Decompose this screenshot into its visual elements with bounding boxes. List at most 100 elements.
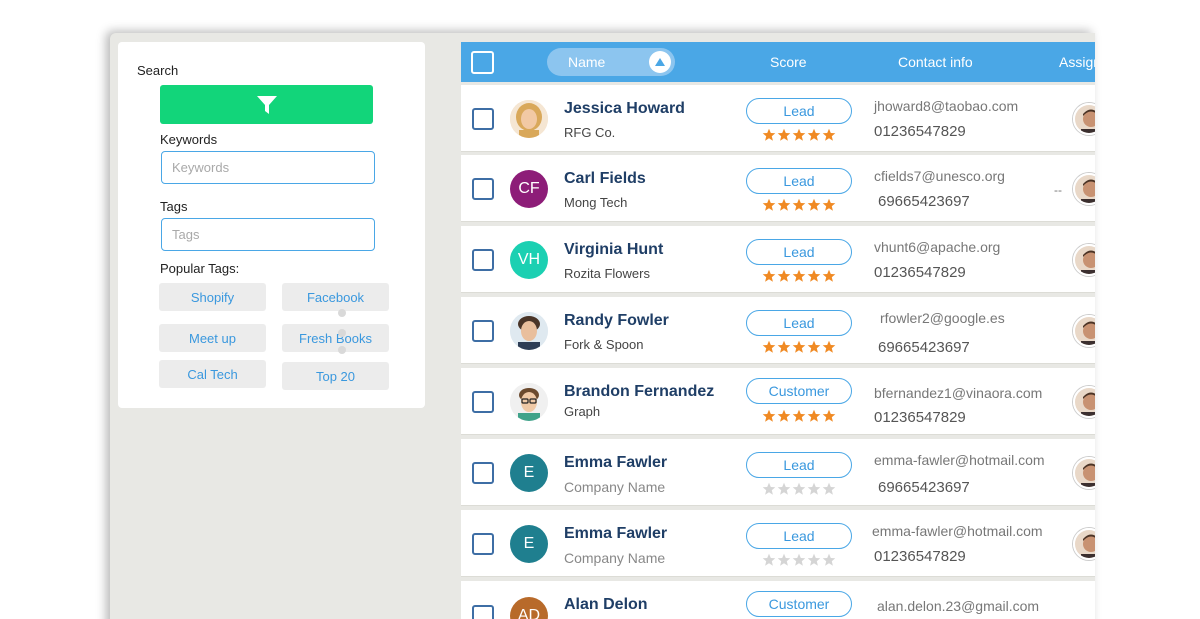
status-badge[interactable]: Lead [746, 452, 852, 478]
star-rating[interactable] [762, 340, 836, 354]
star-icon[interactable] [807, 340, 821, 354]
filter-button[interactable] [160, 85, 373, 124]
star-icon[interactable] [792, 340, 806, 354]
row-checkbox[interactable] [472, 533, 494, 555]
contact-name[interactable]: Emma Fawler [564, 454, 667, 472]
table-row[interactable]: E Emma Fawler Company Name Lead emma-faw… [461, 510, 1095, 577]
star-rating[interactable] [762, 553, 836, 567]
contact-name[interactable]: Randy Fowler [564, 312, 669, 330]
star-icon[interactable] [777, 409, 791, 423]
tag-chip-facebook[interactable]: Facebook [282, 283, 389, 311]
star-rating[interactable] [762, 198, 836, 212]
assignee-avatar[interactable] [1073, 315, 1095, 347]
table-row[interactable]: CF Carl Fields Mong Tech Lead cfields7@u… [461, 155, 1095, 222]
star-icon[interactable] [777, 198, 791, 212]
column-contact-label[interactable]: Contact info [898, 54, 973, 70]
star-icon[interactable] [822, 128, 836, 142]
contact-name[interactable]: Jessica Howard [564, 100, 685, 118]
select-all-checkbox[interactable] [471, 51, 494, 74]
tag-chip-fresh-books[interactable]: Fresh Books [282, 324, 389, 352]
row-checkbox[interactable] [472, 462, 494, 484]
star-rating[interactable] [762, 269, 836, 283]
row-checkbox[interactable] [472, 605, 494, 619]
assignee-avatar[interactable] [1073, 457, 1095, 489]
star-icon[interactable] [822, 482, 836, 496]
star-icon[interactable] [792, 482, 806, 496]
contact-name[interactable]: Virginia Hunt [564, 241, 663, 259]
tag-chip-cal-tech[interactable]: Cal Tech [159, 360, 266, 388]
assignee-avatar[interactable] [1073, 244, 1095, 276]
star-icon[interactable] [762, 269, 776, 283]
status-badge[interactable]: Lead [746, 310, 852, 336]
company-name: Mong Tech [564, 195, 628, 210]
tag-chip-top-20[interactable]: Top 20 [282, 362, 389, 390]
status-badge[interactable]: Lead [746, 98, 852, 124]
contact-name[interactable]: Brandon Fernandez [564, 383, 714, 401]
status-badge[interactable]: Customer [746, 591, 852, 617]
star-icon[interactable] [792, 269, 806, 283]
tags-input[interactable] [161, 218, 375, 251]
star-icon[interactable] [777, 269, 791, 283]
row-checkbox[interactable] [472, 178, 494, 200]
star-icon[interactable] [822, 269, 836, 283]
column-score-label[interactable]: Score [770, 54, 807, 70]
star-icon[interactable] [792, 553, 806, 567]
company-name: RFG Co. [564, 125, 616, 140]
star-icon[interactable] [822, 553, 836, 567]
star-rating[interactable] [762, 409, 836, 423]
star-icon[interactable] [822, 340, 836, 354]
star-icon[interactable] [777, 553, 791, 567]
star-icon[interactable] [792, 128, 806, 142]
star-icon[interactable] [807, 553, 821, 567]
star-icon[interactable] [762, 128, 776, 142]
star-icon[interactable] [822, 409, 836, 423]
star-icon[interactable] [822, 198, 836, 212]
star-icon[interactable] [807, 198, 821, 212]
tag-chip-meet-up[interactable]: Meet up [159, 324, 266, 352]
status-badge[interactable]: Lead [746, 239, 852, 265]
status-badge[interactable]: Customer [746, 378, 852, 404]
star-icon[interactable] [777, 482, 791, 496]
star-icon[interactable] [762, 409, 776, 423]
star-icon[interactable] [807, 482, 821, 496]
contact-name[interactable]: Emma Fawler [564, 525, 667, 543]
star-rating[interactable] [762, 482, 836, 496]
contact-name[interactable]: Alan Delon [564, 596, 648, 614]
keywords-input[interactable] [161, 151, 375, 184]
row-checkbox[interactable] [472, 249, 494, 271]
table-row[interactable]: Randy Fowler Fork & Spoon Lead rfowler2@… [461, 297, 1095, 364]
star-icon[interactable] [762, 198, 776, 212]
row-checkbox[interactable] [472, 108, 494, 130]
star-rating[interactable] [762, 128, 836, 142]
contact-phone: 01236547829 [874, 548, 966, 565]
table-row[interactable]: AD Alan Delon Customer alan.delon.23@gma… [461, 581, 1095, 619]
table-row[interactable]: Brandon Fernandez Graph Customer bfernan… [461, 368, 1095, 435]
star-icon[interactable] [792, 409, 806, 423]
column-assigned-label[interactable]: Assigned [1059, 54, 1095, 70]
star-icon[interactable] [807, 128, 821, 142]
popular-tags-label: Popular Tags: [160, 261, 240, 276]
status-badge[interactable]: Lead [746, 168, 852, 194]
star-icon[interactable] [807, 409, 821, 423]
star-icon[interactable] [807, 269, 821, 283]
assignee-avatar[interactable] [1073, 528, 1095, 560]
star-icon[interactable] [777, 128, 791, 142]
status-badge[interactable]: Lead [746, 523, 852, 549]
contact-name[interactable]: Carl Fields [564, 170, 646, 188]
star-icon[interactable] [777, 340, 791, 354]
contact-email: alan.delon.23@gmail.com [877, 598, 1040, 614]
assignee-avatar[interactable] [1073, 103, 1095, 135]
table-row[interactable]: E Emma Fawler Company Name Lead emma-faw… [461, 439, 1095, 506]
table-row[interactable]: Jessica Howard RFG Co. Lead jhoward8@tao… [461, 85, 1095, 152]
star-icon[interactable] [792, 198, 806, 212]
row-checkbox[interactable] [472, 391, 494, 413]
star-icon[interactable] [762, 553, 776, 567]
star-icon[interactable] [762, 482, 776, 496]
star-icon[interactable] [762, 340, 776, 354]
table-row[interactable]: VH Virginia Hunt Rozita Flowers Lead vhu… [461, 226, 1095, 293]
tag-chip-shopify[interactable]: Shopify [159, 283, 266, 311]
name-sort-button[interactable]: Name [547, 48, 675, 76]
assignee-avatar[interactable] [1073, 386, 1095, 418]
row-checkbox[interactable] [472, 320, 494, 342]
assignee-avatar[interactable] [1073, 173, 1095, 205]
